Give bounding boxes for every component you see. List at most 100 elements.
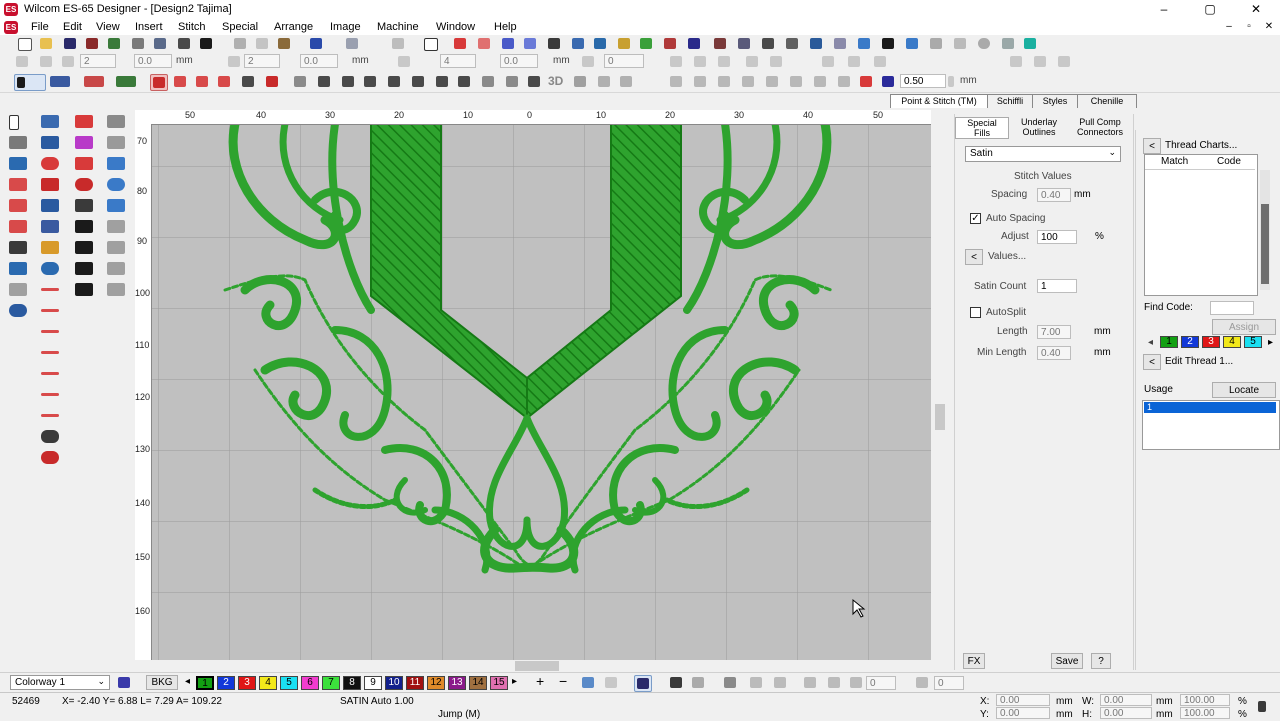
palette-swatch-11[interactable]: 11 — [406, 676, 424, 690]
reshape-icon[interactable] — [38, 112, 62, 131]
palette-swatch-15[interactable]: 15 — [490, 676, 508, 690]
input-c-icon[interactable] — [114, 74, 142, 89]
satin-count-field[interactable]: 1 — [1037, 279, 1077, 293]
camera-icon[interactable] — [668, 675, 684, 690]
travel-icon[interactable] — [832, 36, 848, 51]
fx-button[interactable]: FX — [963, 653, 985, 669]
thread-list-scrollbar[interactable] — [1260, 170, 1270, 290]
triple-run-icon[interactable] — [316, 74, 332, 89]
tab-styles[interactable]: Styles — [1032, 94, 1078, 108]
trim-tool-icon[interactable] — [764, 74, 780, 89]
align-left-icon[interactable] — [722, 675, 738, 690]
fan-icon[interactable] — [6, 280, 30, 299]
vertical-scrollbar[interactable] — [931, 110, 948, 660]
remove-unused-icon[interactable] — [603, 675, 619, 690]
help-button[interactable]: ? — [1091, 653, 1111, 669]
zoom-spin-icon[interactable] — [946, 74, 956, 89]
document-icon[interactable]: ES — [4, 21, 18, 34]
backstitch-icon[interactable] — [362, 74, 378, 89]
maximize-button[interactable]: ▢ — [1188, 1, 1232, 18]
remove-color-icon[interactable]: − — [559, 674, 567, 688]
menu-image[interactable]: Image — [330, 19, 361, 35]
find-code-input[interactable] — [1210, 301, 1254, 315]
paste-icon[interactable] — [276, 36, 292, 51]
underlay-icon[interactable] — [836, 74, 852, 89]
menu-help[interactable]: Help — [494, 19, 517, 35]
zoom-in-icon[interactable] — [928, 36, 944, 51]
rotate-left-icon[interactable] — [802, 675, 818, 690]
flip-icon[interactable] — [744, 54, 760, 69]
break-apart-icon[interactable] — [692, 74, 708, 89]
circle-target-icon[interactable] — [38, 154, 62, 173]
copies-field[interactable]: 4 — [440, 54, 476, 68]
export-shape-icon[interactable] — [104, 154, 128, 173]
run-line-2-icon[interactable] — [38, 322, 62, 341]
step-fill-icon[interactable] — [172, 74, 188, 89]
object-list-icon[interactable] — [736, 36, 752, 51]
sculpture-icon[interactable] — [456, 74, 472, 89]
column-spacing-field[interactable]: 0.0 — [300, 54, 338, 68]
stitch-count-1000-icon[interactable] — [72, 217, 96, 236]
colorway-edit-icon[interactable] — [116, 675, 132, 690]
color-blend-icon[interactable] — [580, 675, 596, 690]
tab-point-stitch[interactable]: Point & Stitch (TM) — [890, 94, 988, 108]
eye-icon[interactable] — [38, 259, 62, 278]
palette-swatch-8[interactable]: 8 — [343, 676, 361, 690]
horizontal-scrollbar[interactable] — [135, 660, 931, 672]
contour-icon[interactable] — [240, 74, 256, 89]
appliqué-icon[interactable] — [1008, 54, 1024, 69]
menu-machine[interactable]: Machine — [377, 19, 419, 35]
mirror-icon[interactable] — [768, 54, 784, 69]
apply-icon[interactable] — [390, 36, 406, 51]
thread-swatch-2[interactable]: 2 — [1181, 336, 1199, 348]
row-spacing-field[interactable]: 0.0 — [134, 54, 172, 68]
ungroup-icon[interactable] — [692, 54, 708, 69]
locate-button[interactable]: Locate — [1212, 382, 1276, 398]
skew-angle-field[interactable]: 0 — [934, 676, 964, 690]
stretch-icon[interactable] — [6, 259, 30, 278]
width-field[interactable]: 0.00 — [1100, 694, 1152, 706]
lock-icon[interactable] — [716, 54, 732, 69]
zoom-box-icon[interactable] — [976, 36, 992, 51]
save-button[interactable]: Save — [1051, 653, 1083, 669]
palette-swatch-2[interactable]: 2 — [217, 676, 235, 690]
app-icon[interactable]: ES — [4, 3, 18, 16]
color-object-icon[interactable] — [668, 74, 684, 89]
zoom-icon[interactable] — [880, 36, 896, 51]
menu-view[interactable]: View — [96, 19, 120, 35]
column-code[interactable]: Code — [1217, 156, 1241, 167]
flower-design-icon[interactable] — [72, 112, 96, 131]
palette-swatch-7[interactable]: 7 — [322, 676, 340, 690]
print-sheet-icon[interactable] — [690, 675, 706, 690]
checkbox-tool-icon[interactable] — [422, 36, 438, 51]
cut-icon[interactable] — [232, 36, 248, 51]
color-select-icon[interactable] — [784, 36, 800, 51]
embroidery-design[interactable] — [135, 110, 931, 660]
input-a-icon[interactable] — [48, 74, 76, 89]
select-arrow-icon[interactable] — [6, 112, 30, 131]
spacing-icon[interactable] — [60, 54, 76, 69]
rectangle-icon[interactable] — [104, 196, 128, 215]
stop-icon[interactable] — [880, 74, 896, 89]
rotate-icon[interactable] — [580, 54, 596, 69]
vertical-scroll-thumb[interactable] — [935, 404, 945, 430]
undo-icon[interactable] — [308, 36, 324, 51]
lock-proportion-icon[interactable] — [1256, 699, 1268, 714]
motif-fill-icon[interactable] — [264, 74, 280, 89]
monogram-icon[interactable] — [38, 196, 62, 215]
tab-schiffli[interactable]: Schiffli — [987, 94, 1033, 108]
columns-field[interactable]: 2 — [244, 54, 280, 68]
arc-icon[interactable] — [104, 133, 128, 152]
tab-underlay-outlines[interactable]: Underlay Outlines — [1011, 117, 1067, 137]
color-change-icon[interactable] — [858, 74, 874, 89]
column-match[interactable]: Match — [1161, 156, 1188, 167]
minimize-button[interactable]: – — [1142, 1, 1186, 18]
usage-list-item[interactable]: 1 — [1144, 402, 1276, 413]
mdi-close-button[interactable]: ✕ — [1260, 19, 1278, 34]
flip-v-icon[interactable] — [772, 675, 788, 690]
trim-icon[interactable] — [846, 54, 862, 69]
offset-icon[interactable] — [1056, 54, 1072, 69]
radius-field[interactable]: 0.0 — [500, 54, 538, 68]
team-names-icon[interactable] — [38, 238, 62, 257]
select-object-icon[interactable] — [14, 74, 46, 91]
